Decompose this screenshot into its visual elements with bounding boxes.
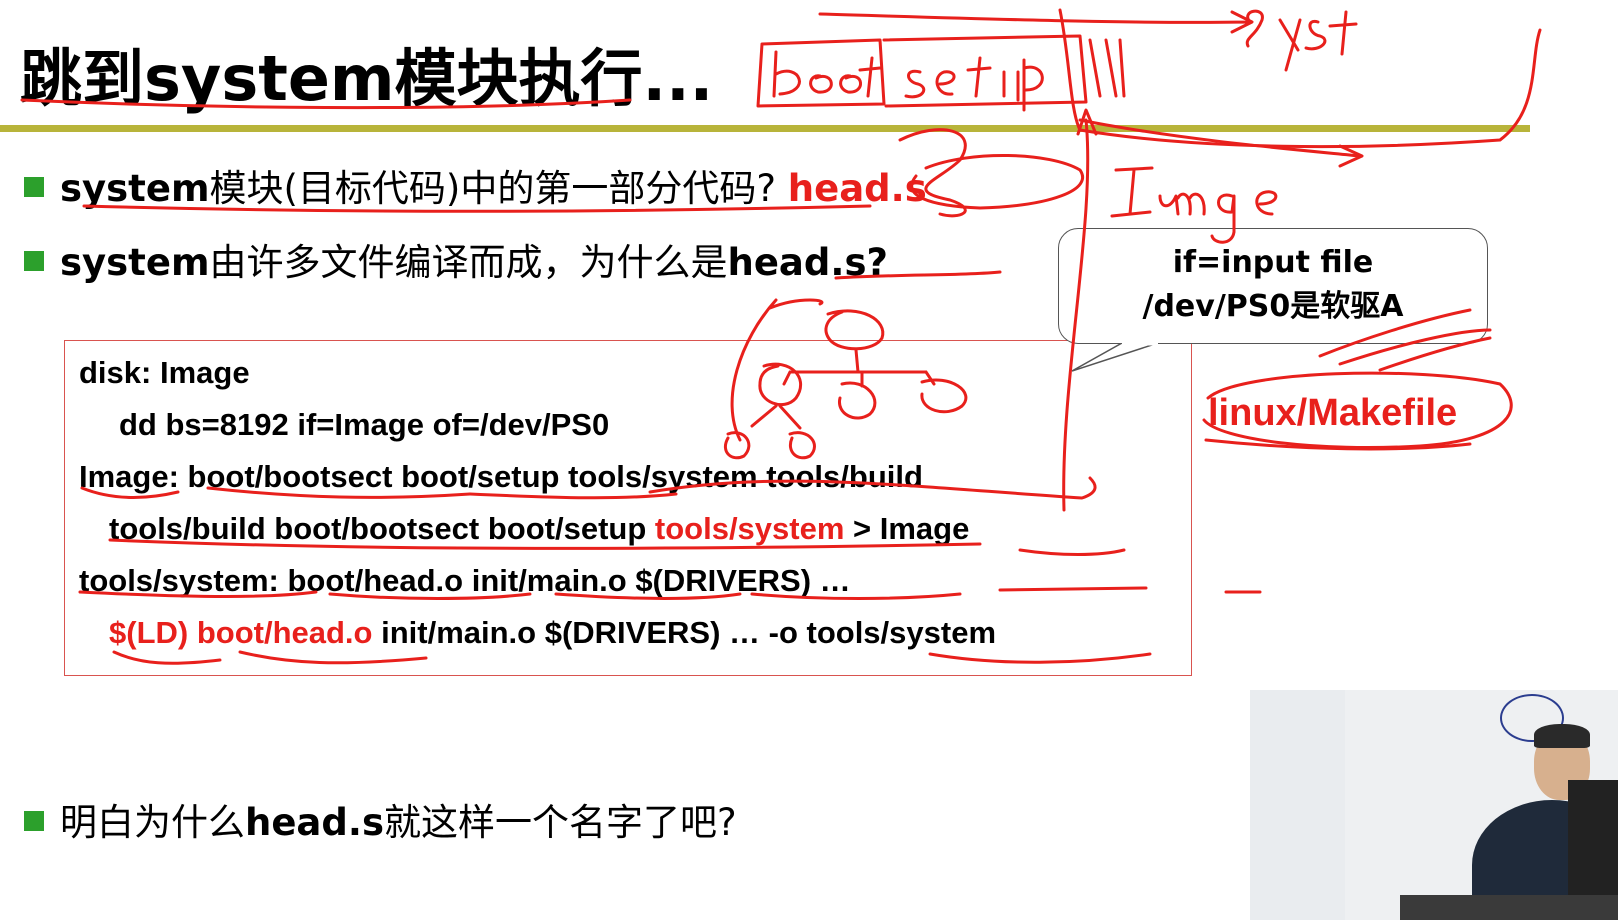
bullet-2-bold: system: [60, 241, 210, 284]
bullet-2-text: 由许多文件编译而成，为什么是: [209, 241, 728, 284]
bullet-1-text: 模块(目标代码)中的第一部分代码?: [209, 167, 777, 210]
callout-line-1: if=input file: [1172, 245, 1374, 280]
slide-title: 跳到system模块执行...: [20, 42, 714, 115]
code-line-4-a: tools/build boot/bootsect boot/setup: [109, 511, 655, 546]
bullet-2-bold-end: head.s?: [727, 241, 888, 284]
bullet-marker: [24, 250, 44, 271]
ink-boot-box: [756, 38, 886, 108]
code-line-6: $(LD) boot/head.o init/main.o $(DRIVERS)…: [109, 615, 996, 651]
bullet-1-answer: head.s: [787, 167, 927, 210]
slide: 跳到system模块执行... system模块(目标代码)中的第一部分代码? …: [0, 0, 1618, 920]
bullet-2: system由许多文件编译而成，为什么是head.s?: [24, 232, 888, 286]
code-line-5: tools/system: boot/head.o init/main.o $(…: [79, 563, 851, 598]
callout-line-2: /dev/PS0是软驱A: [1142, 289, 1404, 324]
code-line-6-red: $(LD) boot/head.o: [109, 615, 373, 650]
ink-heads-circle: [910, 153, 1084, 210]
ink-boot-word: [772, 50, 882, 98]
ink-top-arrow: [818, 10, 1254, 34]
bullet-1-bold: system: [60, 167, 210, 210]
code-line-4-red: tools/system: [654, 511, 845, 546]
makefile-code-box: disk: Image dd bs=8192 if=Image of=/dev/…: [64, 340, 1192, 676]
bullet-3: 明白为什么head.s就这样一个名字了吧?: [24, 792, 737, 846]
title-rule: [0, 125, 1530, 132]
video-monitor: [1568, 780, 1618, 900]
code-line-1: disk: Image: [79, 355, 250, 390]
code-line-2: dd bs=8192 if=Image of=/dev/PS0: [119, 407, 610, 442]
lecturer-hair: [1534, 724, 1590, 748]
ink-setup-word: [904, 56, 1044, 112]
bullet-1: system模块(目标代码)中的第一部分代码? head.s: [24, 158, 927, 212]
bullet-3-text: 明白为什么: [60, 801, 245, 844]
bullet-3-bold: head.s: [245, 801, 384, 844]
ink-setup-box: [882, 34, 1088, 108]
makefile-label: linux/Makefile: [1208, 392, 1458, 434]
bullet-marker: [24, 810, 44, 831]
callout-bubble: if=input file /dev/PS0是软驱A: [1058, 228, 1488, 344]
code-line-3: Image: boot/bootsect boot/setup tools/sy…: [79, 459, 923, 494]
code-line-4-b: > Image: [844, 511, 970, 546]
callout-tail: [1072, 343, 1159, 372]
lecturer-video: [1250, 690, 1618, 920]
ink-system-word: [1245, 9, 1358, 72]
code-line-4: tools/build boot/bootsect boot/setup too…: [109, 511, 969, 547]
ink-slash-lines: [1088, 38, 1126, 98]
bullet-marker: [24, 176, 44, 197]
ink-makefile-underline: [1204, 438, 1472, 451]
code-line-6-b: init/main.o $(DRIVERS) … -o tools/system: [372, 615, 997, 650]
bullet-3-text-end: 就这样一个名字了吧?: [383, 801, 737, 844]
video-desk: [1400, 895, 1618, 920]
